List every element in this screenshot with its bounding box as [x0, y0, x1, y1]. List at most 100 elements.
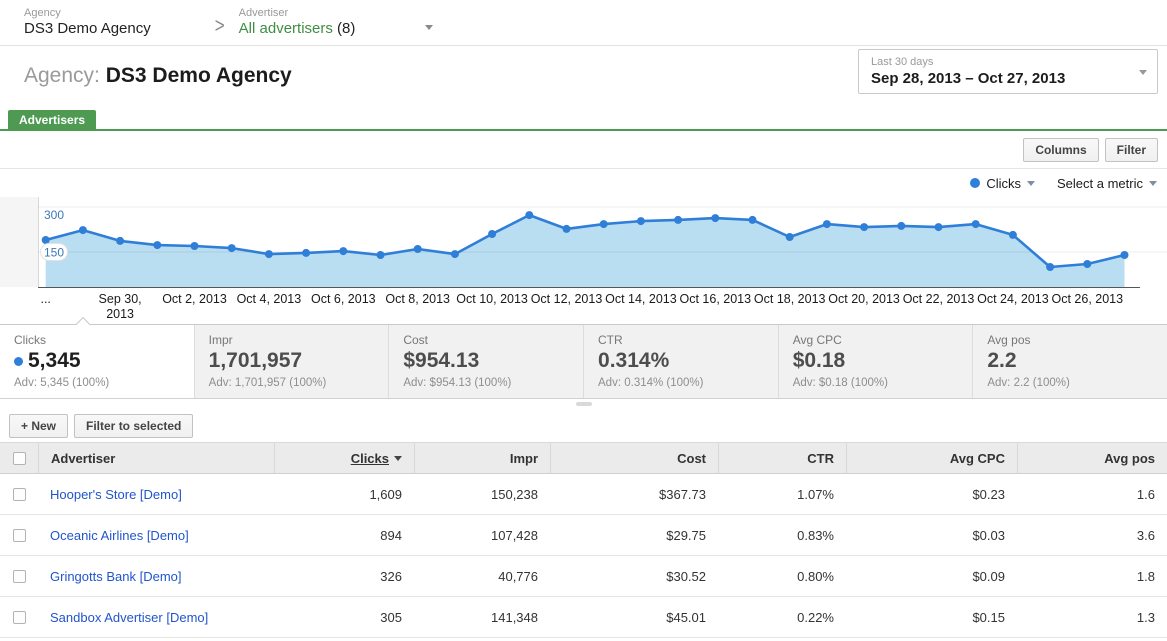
chevron-down-icon	[1149, 180, 1157, 186]
row-checkbox[interactable]	[12, 528, 26, 542]
table-header: Advertiser Clicks Impr Cost CTR Avg CPC …	[0, 442, 1167, 474]
summary-card-ctr[interactable]: CTR 0.314% Adv: 0.314% (100%)	[584, 325, 779, 398]
row-checkbox[interactable]	[12, 569, 26, 583]
svg-text:300: 300	[44, 208, 64, 222]
card-label: Avg pos	[987, 333, 1031, 347]
svg-text:150: 150	[44, 246, 64, 260]
cell-ctr: 0.83%	[797, 527, 834, 543]
svg-text:Sep 30,: Sep 30,	[99, 292, 142, 306]
cell-impr: 150,238	[491, 486, 538, 502]
card-subtext: Adv: 5,345 (100%)	[14, 377, 110, 389]
new-button[interactable]: + New	[9, 413, 69, 438]
cell-ctr: 0.80%	[797, 568, 834, 584]
card-subtext: Adv: $954.13 (100%)	[403, 377, 512, 389]
svg-text:Oct 12, 2013: Oct 12, 2013	[531, 292, 603, 306]
card-label: Impr	[208, 333, 233, 347]
date-range-selector[interactable]: Last 30 days Sep 28, 2013 – Oct 27, 2013	[858, 49, 1158, 94]
breadcrumb-agency-name[interactable]: DS3 Demo Agency	[24, 20, 151, 38]
advertiser-link[interactable]: Gringotts Bank [Demo]	[50, 569, 182, 584]
table-row: Sandbox Advertiser [Demo] 305 141,348 $4…	[0, 597, 1167, 638]
cell-avg-pos: 1.6	[1136, 486, 1155, 502]
svg-text:Oct 22, 2013: Oct 22, 2013	[903, 292, 975, 306]
card-label: Clicks	[14, 333, 46, 347]
column-header-clicks[interactable]: Clicks	[274, 443, 414, 473]
cell-cost: $367.73	[659, 486, 706, 502]
svg-text:Oct 24, 2013: Oct 24, 2013	[977, 292, 1049, 306]
column-header-cost[interactable]: Cost	[550, 443, 718, 473]
chevron-down-icon[interactable]	[425, 25, 434, 30]
summary-card-avg-cpc[interactable]: Avg CPC $0.18 Adv: $0.18 (100%)	[778, 325, 974, 398]
chevron-right-icon: >	[214, 13, 225, 37]
svg-text:Oct 6, 2013: Oct 6, 2013	[311, 292, 376, 306]
svg-text:Oct 4, 2013: Oct 4, 2013	[237, 292, 302, 306]
advertiser-link[interactable]: Oceanic Airlines [Demo]	[50, 528, 189, 543]
column-header-advertiser[interactable]: Advertiser	[38, 443, 274, 473]
tab-advertisers[interactable]: Advertisers	[8, 110, 97, 131]
summary-card-cost[interactable]: Cost $954.13 Adv: $954.13 (100%)	[389, 325, 585, 398]
page-title-name: DS3 Demo Agency	[105, 64, 292, 87]
chart-legend: Clicks Select a metric	[0, 169, 1167, 197]
row-checkbox[interactable]	[12, 610, 26, 624]
breadcrumb-advertiser-label: Advertiser	[238, 7, 289, 19]
card-value: $954.13	[403, 349, 480, 372]
column-header-ctr[interactable]: CTR	[718, 443, 846, 473]
column-header-impr[interactable]: Impr	[414, 443, 550, 473]
card-subtext: Adv: 1,701,957 (100%)	[208, 377, 327, 389]
breadcrumb-agency: Agency DS3 Demo Agency	[24, 7, 151, 38]
cell-cost: $30.52	[666, 568, 706, 584]
tab-strip: Advertisers	[0, 110, 1167, 131]
metric-2-label: Select a metric	[1057, 175, 1143, 191]
title-row: Agency: DS3 Demo Agency Last 30 days Sep…	[0, 46, 1167, 110]
column-header-avg-pos[interactable]: Avg pos	[1017, 443, 1167, 473]
metric-1-selector[interactable]: Clicks	[970, 176, 1036, 191]
card-label: Avg CPC	[792, 333, 842, 347]
card-value: 5,345	[14, 348, 194, 374]
cell-cost: $29.75	[666, 527, 706, 543]
select-all-checkbox[interactable]	[12, 451, 26, 465]
svg-text:Oct 26, 2013: Oct 26, 2013	[1052, 292, 1124, 306]
filter-button[interactable]: Filter	[1104, 137, 1158, 162]
cell-clicks: 326	[380, 568, 402, 584]
svg-text:Oct 10, 2013: Oct 10, 2013	[456, 292, 528, 306]
columns-button[interactable]: Columns	[1023, 137, 1099, 162]
summary-card-avg-pos[interactable]: Avg pos 2.2 Adv: 2.2 (100%)	[973, 325, 1167, 398]
page-title-prefix: Agency:	[24, 64, 100, 87]
advertiser-link[interactable]: Hooper's Store [Demo]	[50, 487, 182, 502]
date-range-value: Sep 28, 2013 – Oct 27, 2013	[871, 70, 1066, 87]
metric-2-selector[interactable]: Select a metric	[1057, 176, 1157, 191]
column-header-avg-cpc[interactable]: Avg CPC	[846, 443, 1017, 473]
cell-avg-cpc: $0.23	[972, 486, 1005, 502]
advertiser-selector[interactable]: Advertiser All advertisers (8)	[239, 7, 356, 38]
summary-card-impr[interactable]: Impr 1,701,957 Adv: 1,701,957 (100%)	[194, 325, 390, 398]
summary-card-clicks[interactable]: Clicks 5,345 Adv: 5,345 (100%)	[0, 316, 195, 398]
card-label: CTR	[598, 333, 623, 347]
card-subtext: Adv: 0.314% (100%)	[598, 377, 704, 389]
cell-impr: 107,428	[491, 527, 538, 543]
svg-text:Oct 8, 2013: Oct 8, 2013	[385, 292, 450, 306]
svg-text:2013: 2013	[106, 307, 134, 321]
cell-impr: 40,776	[498, 568, 538, 584]
advertiser-link[interactable]: Sandbox Advertiser [Demo]	[50, 610, 208, 625]
cell-clicks: 305	[380, 609, 402, 625]
clicks-series-dot-icon	[970, 178, 981, 188]
table-actions: + New Filter to selected	[0, 409, 1167, 442]
resize-handle[interactable]	[575, 402, 592, 406]
card-label: Cost	[403, 333, 429, 347]
cell-avg-cpc: $0.15	[972, 609, 1005, 625]
all-advertisers-link[interactable]: All advertisers	[239, 20, 333, 37]
advertiser-count: (8)	[337, 20, 356, 37]
clicks-series-dot-icon	[14, 356, 23, 366]
cell-avg-cpc: $0.03	[972, 527, 1005, 543]
svg-text:Oct 14, 2013: Oct 14, 2013	[605, 292, 677, 306]
cell-clicks: 1,609	[369, 486, 402, 502]
breadcrumb-advertiser-value[interactable]: All advertisers (8)	[239, 20, 356, 38]
card-value: 2.2	[987, 349, 1017, 372]
chevron-down-icon	[1139, 70, 1147, 75]
select-all-cell	[0, 443, 38, 473]
cell-ctr: 0.22%	[797, 609, 834, 625]
filter-to-selected-button[interactable]: Filter to selected	[74, 413, 194, 438]
svg-text:Oct 2, 2013: Oct 2, 2013	[162, 292, 227, 306]
card-value: 0.314%	[598, 349, 670, 372]
row-checkbox[interactable]	[12, 487, 26, 501]
toolbar: Columns Filter	[0, 131, 1167, 169]
